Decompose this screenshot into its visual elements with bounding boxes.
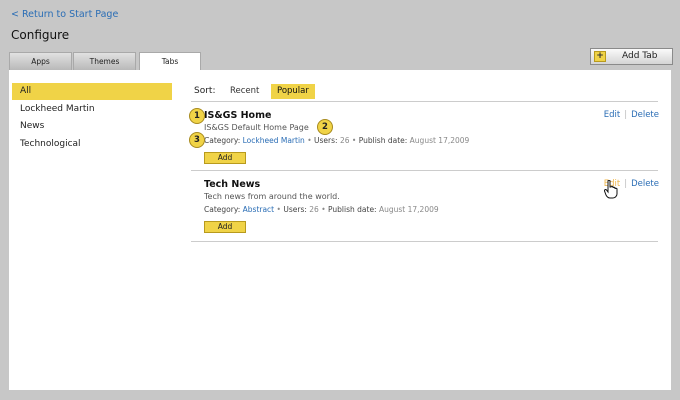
entry-actions: Edit | Delete bbox=[604, 110, 659, 120]
entry-meta: Category: Abstract • Users: 26 • Publish… bbox=[204, 205, 659, 214]
publish-label: Publish date: bbox=[358, 136, 408, 145]
page-title: Configure bbox=[11, 28, 70, 42]
category-link[interactable]: Lockheed Martin bbox=[243, 136, 305, 145]
category-sidebar: All Lockheed Martin News Technological bbox=[12, 83, 172, 153]
callout-marker: 1 bbox=[189, 108, 205, 124]
meta-separator: • bbox=[307, 136, 312, 145]
entry-title: IS&GS Home bbox=[204, 110, 272, 121]
divider bbox=[191, 101, 658, 102]
content-panel: All Lockheed Martin News Technological S… bbox=[9, 70, 671, 390]
add-tab-button[interactable]: + Add Tab bbox=[590, 48, 673, 65]
users-label: Users: bbox=[283, 205, 307, 214]
add-tab-label: Add Tab bbox=[622, 51, 658, 61]
category-link[interactable]: Abstract bbox=[243, 205, 274, 214]
action-separator: | bbox=[624, 179, 628, 189]
tab-themes[interactable]: Themes bbox=[73, 52, 136, 70]
tab-apps[interactable]: Apps bbox=[9, 52, 72, 70]
delete-link[interactable]: Delete bbox=[631, 110, 659, 120]
entry-meta: Category: Lockheed Martin • Users: 26 • … bbox=[204, 136, 659, 145]
users-count: 26 bbox=[339, 136, 350, 145]
return-to-start-link[interactable]: < Return to Start Page bbox=[11, 9, 118, 20]
users-count: 26 bbox=[309, 205, 319, 214]
category-label: Category: bbox=[204, 205, 241, 214]
callout-marker: 3 bbox=[189, 132, 205, 148]
plus-icon: + bbox=[594, 51, 606, 62]
delete-link[interactable]: Delete bbox=[631, 179, 659, 189]
action-separator: | bbox=[624, 110, 628, 120]
users-label: Users: bbox=[314, 136, 338, 145]
divider bbox=[191, 170, 658, 171]
divider bbox=[191, 241, 658, 242]
sort-recent-button[interactable]: Recent bbox=[224, 84, 265, 99]
entry-description: IS&GS Default Home Page bbox=[204, 123, 309, 132]
publish-date: August 17,2009 bbox=[378, 205, 439, 214]
meta-separator: • bbox=[321, 205, 326, 214]
entry-description: Tech news from around the world. bbox=[204, 192, 340, 201]
sort-label: Sort: bbox=[194, 86, 216, 96]
list-item: Tech News Tech news from around the worl… bbox=[204, 179, 659, 233]
entry-title: Tech News bbox=[204, 179, 261, 190]
sidebar-item-news[interactable]: News bbox=[12, 118, 172, 135]
edit-link[interactable]: Edit bbox=[604, 110, 620, 120]
add-button[interactable]: Add bbox=[204, 152, 246, 164]
hand-pointer-icon bbox=[604, 180, 618, 199]
callout-marker: 2 bbox=[317, 119, 333, 135]
sidebar-item-all[interactable]: All bbox=[12, 83, 172, 100]
add-button[interactable]: Add bbox=[204, 221, 246, 233]
sidebar-item-lockheed-martin[interactable]: Lockheed Martin bbox=[12, 101, 172, 118]
sidebar-item-technological[interactable]: Technological bbox=[12, 136, 172, 153]
sort-popular-button[interactable]: Popular bbox=[271, 84, 315, 99]
meta-separator: • bbox=[276, 205, 281, 214]
meta-separator: • bbox=[351, 136, 357, 145]
publish-date: August 17,2009 bbox=[409, 136, 470, 145]
tab-tabs[interactable]: Tabs bbox=[139, 52, 201, 71]
list-item: IS&GS Home IS&GS Default Home Page Categ… bbox=[204, 110, 659, 164]
category-label: Category: bbox=[204, 136, 241, 145]
publish-label: Publish date: bbox=[328, 205, 377, 214]
